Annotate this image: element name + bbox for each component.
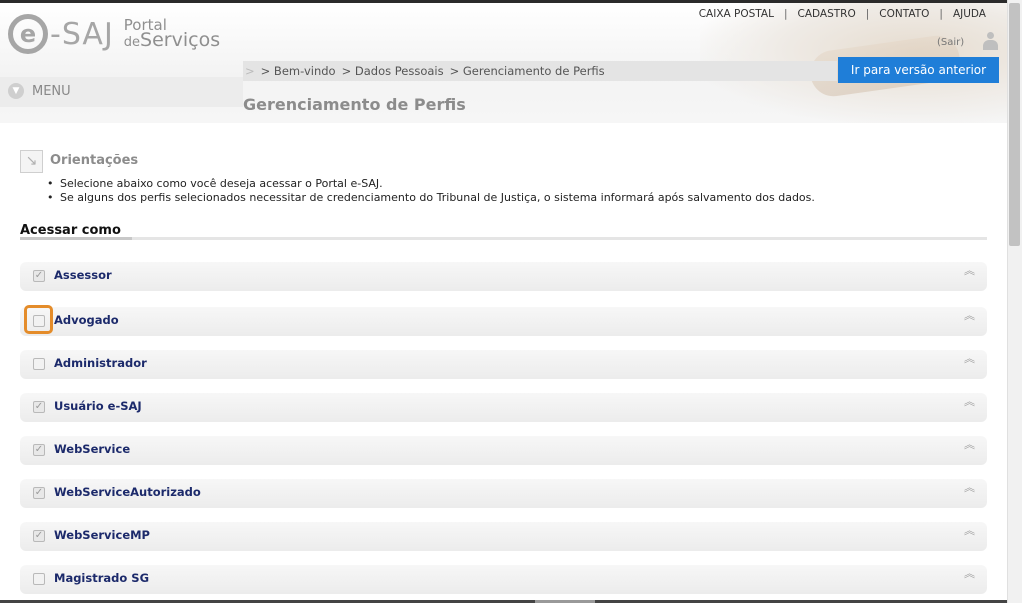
breadcrumb: > > Bem-vindo > Dados Pessoais > Gerenci…: [245, 64, 611, 78]
section-divider: [20, 237, 987, 240]
nav-contato[interactable]: CONTATO: [873, 8, 935, 20]
profile-label: WebServiceAutorizado: [54, 485, 201, 499]
profile-label: WebService: [54, 442, 131, 456]
profile-checkbox[interactable]: [33, 573, 45, 585]
page-title: Gerenciamento de Perfis: [243, 95, 466, 114]
double-chevron-up-icon[interactable]: ︽: [964, 482, 975, 493]
orientation-item: Selecione abaixo como você deseja acessa…: [47, 177, 815, 191]
profile-row-administrador[interactable]: Administrador ︽: [20, 350, 987, 379]
profile-row-webservice-mp[interactable]: ✓ WebServiceMP ︽: [20, 522, 987, 551]
section-title-acessar-como: Acessar como: [20, 223, 121, 238]
profile-label: Assessor: [54, 268, 112, 282]
profile-checkbox[interactable]: ✓: [33, 444, 45, 456]
double-chevron-up-icon[interactable]: ︽: [964, 439, 975, 450]
nav-separator: |: [865, 8, 870, 20]
nav-caixa-postal[interactable]: CAIXA POSTAL: [693, 8, 780, 20]
profile-row-webservice-autorizado[interactable]: ✓ WebServiceAutorizado ︽: [20, 479, 987, 508]
double-chevron-up-icon[interactable]: ︽: [964, 265, 975, 276]
user-icon[interactable]: [982, 32, 998, 50]
double-chevron-up-icon[interactable]: ︽: [964, 396, 975, 407]
breadcrumb-gerenciamento-perfis: > Gerenciamento de Perfis: [449, 64, 605, 78]
nav-ajuda[interactable]: AJUDA: [947, 8, 992, 20]
logout-link[interactable]: (Sair): [937, 37, 964, 48]
focus-highlight: [24, 305, 53, 334]
profile-row-assessor[interactable]: ✓ Assessor ︽: [20, 262, 987, 291]
double-chevron-up-icon[interactable]: ︽: [964, 525, 975, 536]
menu-button[interactable]: ▼ MENU: [8, 83, 71, 99]
esaj-logo[interactable]: e -SAJ Portal deServiços: [8, 12, 220, 56]
profile-checkbox[interactable]: [33, 358, 45, 370]
arrow-down-right-icon: ↘: [20, 150, 43, 173]
nav-separator: |: [939, 8, 943, 20]
profile-checkbox[interactable]: ✓: [33, 487, 45, 499]
profile-label: Magistrado SG: [54, 571, 150, 585]
profile-label: WebServiceMP: [54, 528, 150, 542]
breadcrumb-bem-vindo[interactable]: > Bem-vindo: [261, 64, 336, 78]
profile-checkbox[interactable]: ✓: [33, 401, 45, 413]
scrollbar-thumb[interactable]: [1009, 3, 1020, 246]
breadcrumb-dados-pessoais[interactable]: > Dados Pessoais: [342, 64, 444, 78]
logo-e: e: [8, 14, 48, 54]
orientations-title: Orientações: [50, 153, 139, 168]
profile-label: Usuário e-SAJ: [54, 399, 142, 413]
profile-row-usuario-esaj[interactable]: ✓ Usuário e-SAJ ︽: [20, 393, 987, 422]
logo-saj: -SAJ: [50, 16, 114, 52]
logo-portal-de-servicos: Portal deServiços: [123, 18, 220, 51]
profile-label: Advogado: [54, 313, 119, 327]
profile-row-webservice[interactable]: ✓ WebService ︽: [20, 436, 987, 465]
double-chevron-up-icon[interactable]: ︽: [964, 568, 975, 579]
double-chevron-up-icon[interactable]: ︽: [964, 310, 975, 321]
section-divider-accent: [20, 237, 132, 240]
profile-row-magistrado-sg[interactable]: Magistrado SG ︽: [20, 565, 987, 594]
menu-label: MENU: [32, 83, 71, 99]
logo-servicos-text: deServiços: [123, 31, 220, 51]
profile-checkbox[interactable]: ✓: [33, 530, 45, 542]
orientations-list: Selecione abaixo como você deseja acessa…: [47, 177, 815, 205]
profile-row-advogado[interactable]: Advogado ︽: [20, 307, 987, 336]
double-chevron-up-icon[interactable]: ︽: [964, 353, 975, 364]
chevron-down-icon: ▼: [8, 83, 24, 99]
profile-checkbox[interactable]: ✓: [33, 270, 45, 282]
logo-servicos-word: Serviços: [140, 29, 221, 51]
previous-version-button[interactable]: Ir para versão anterior: [838, 57, 999, 83]
top-navigation: CAIXA POSTAL | CADASTRO | CONTATO | AJUD…: [693, 8, 992, 20]
nav-separator: |: [783, 8, 788, 20]
orientation-item: Se alguns dos perfis selecionados necess…: [47, 191, 815, 205]
breadcrumb-arrow-icon: >: [245, 64, 255, 78]
logo-de-text: de: [123, 35, 141, 50]
profile-label: Administrador: [54, 356, 147, 370]
nav-cadastro[interactable]: CADASTRO: [791, 8, 861, 20]
